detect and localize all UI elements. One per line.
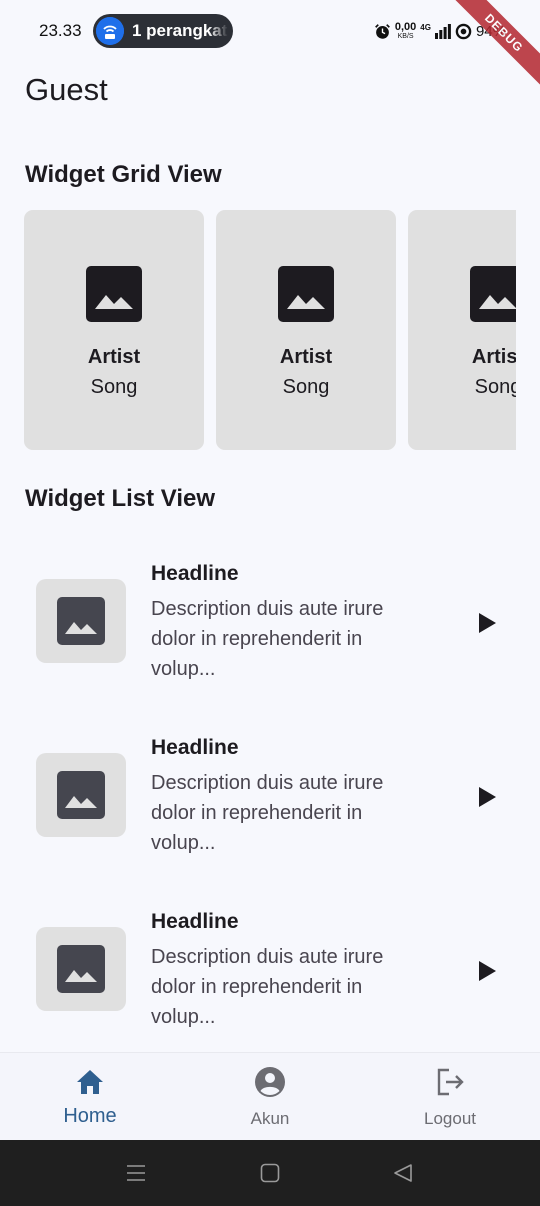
list-item-thumbnail	[36, 579, 126, 663]
list-item-headline: Headline	[151, 910, 239, 933]
debug-banner: DEBUG	[446, 0, 540, 91]
play-icon	[479, 961, 496, 981]
play-button[interactable]	[472, 782, 502, 812]
nav-item-logout[interactable]: Logout	[360, 1053, 540, 1141]
system-navigation-bar	[0, 1140, 540, 1206]
nav-item-home[interactable]: Home	[0, 1053, 180, 1141]
bottom-navigation: Home Akun Logout	[0, 1052, 540, 1140]
image-icon	[57, 771, 105, 819]
status-bar: 23.33 1 perangkat 0,00 KB/S 4G DEBUG	[0, 0, 540, 91]
list-item[interactable]: Headline Description duis aute irure dol…	[0, 884, 540, 1058]
play-icon	[479, 787, 496, 807]
card-song: Song	[282, 376, 330, 398]
image-icon	[278, 266, 334, 322]
grid-card[interactable]: Artist Song	[24, 210, 204, 450]
back-triangle-icon[interactable]	[392, 1162, 414, 1184]
signal-icon	[434, 24, 451, 39]
network-speed-unit: KB/S	[397, 33, 414, 40]
list-item-thumbnail	[36, 927, 126, 1011]
hotspot-indicator[interactable]: 1 perangkat	[93, 14, 233, 48]
page-title: Guest	[25, 72, 108, 107]
battery-icon	[455, 23, 472, 39]
image-icon	[86, 266, 142, 322]
list-item[interactable]: Headline Description duis aute irure dol…	[0, 710, 540, 884]
recents-menu-icon[interactable]	[125, 1162, 147, 1184]
nav-item-akun[interactable]: Akun	[180, 1053, 360, 1141]
card-song: Song	[90, 376, 138, 398]
card-song: Song	[474, 376, 516, 398]
logout-icon	[437, 1068, 464, 1096]
list-section-title: Widget List View	[25, 485, 216, 512]
list-item-description: Description duis aute irure dolor in rep…	[151, 772, 384, 854]
list-item-headline: Headline	[151, 562, 239, 585]
play-button[interactable]	[472, 608, 502, 638]
image-icon	[57, 597, 105, 645]
grid-section-title: Widget Grid View	[25, 161, 222, 188]
card-artist: Artist	[471, 346, 516, 368]
list-item[interactable]: Headline Description duis aute irure dol…	[0, 536, 540, 710]
network-type: 4G	[420, 22, 431, 32]
network-speed-value: 0,00	[394, 21, 417, 33]
account-circle-icon	[255, 1067, 285, 1097]
home-icon	[77, 1070, 103, 1094]
grid-card[interactable]: Artist Song	[408, 210, 516, 450]
play-icon	[479, 613, 496, 633]
play-button[interactable]	[472, 956, 502, 986]
list-item-headline: Headline	[151, 736, 239, 759]
list-view[interactable]: Headline Description duis aute irure dol…	[0, 536, 540, 1058]
alarm-icon	[374, 23, 390, 39]
grid-card[interactable]: Artist Song	[216, 210, 396, 450]
image-icon	[470, 266, 516, 322]
nav-label-akun: Akun	[250, 1109, 290, 1128]
hotspot-icon	[96, 17, 124, 45]
list-item-description: Description duis aute irure dolor in rep…	[151, 946, 384, 1028]
nav-label-home: Home	[63, 1105, 117, 1127]
home-square-icon[interactable]	[259, 1162, 281, 1184]
network-speed: 0,00 KB/S	[394, 21, 417, 41]
status-time: 23.33	[39, 21, 82, 40]
list-item-thumbnail	[36, 753, 126, 837]
nav-label-logout: Logout	[424, 1109, 476, 1128]
card-artist: Artist	[87, 346, 141, 368]
hotspot-text: 1 perangkat	[132, 21, 228, 40]
card-artist: Artist	[279, 346, 333, 368]
grid-view[interactable]: Artist Song Artist Song Artist Song	[24, 210, 516, 450]
image-icon	[57, 945, 105, 993]
list-item-description: Description duis aute irure dolor in rep…	[151, 598, 384, 680]
